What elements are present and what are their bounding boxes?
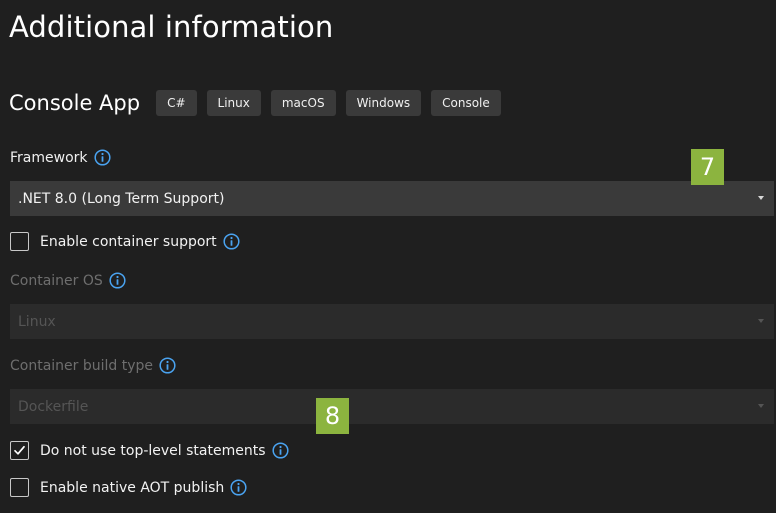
container-support-row: Enable container support xyxy=(10,232,240,251)
step-7-badge: 7 xyxy=(691,149,724,185)
container-support-info-icon[interactable] xyxy=(223,233,240,250)
chevron-down-icon xyxy=(758,404,764,408)
container-os-selected-value: Linux xyxy=(18,313,56,330)
container-build-type-selected-value: Dockerfile xyxy=(18,398,89,415)
native-aot-checkbox[interactable] xyxy=(10,478,29,497)
chevron-down-icon xyxy=(758,319,764,323)
container-build-type-label: Container build type xyxy=(10,357,176,374)
container-build-type-select: Dockerfile xyxy=(10,389,774,424)
tag-macos: macOS xyxy=(270,90,336,116)
native-aot-info-icon[interactable] xyxy=(230,479,247,496)
container-build-type-label-text: Container build type xyxy=(10,357,154,374)
container-os-info-icon[interactable] xyxy=(109,272,126,289)
template-name: Console App xyxy=(9,91,141,115)
top-level-statements-row: Do not use top-level statements xyxy=(10,441,289,460)
step-8-badge: 8 xyxy=(316,398,349,434)
checkmark-icon xyxy=(14,445,25,455)
native-aot-label: Enable native AOT publish xyxy=(40,479,225,496)
container-os-select: Linux xyxy=(10,304,774,339)
framework-select[interactable]: .NET 8.0 (Long Term Support) xyxy=(10,181,774,216)
framework-selected-value: .NET 8.0 (Long Term Support) xyxy=(18,190,225,207)
top-level-statements-label: Do not use top-level statements xyxy=(40,442,266,459)
framework-info-icon[interactable] xyxy=(93,149,111,166)
framework-label-text: Framework xyxy=(10,149,88,166)
tag-linux: Linux xyxy=(206,90,261,116)
native-aot-row: Enable native AOT publish xyxy=(10,478,247,497)
template-header: Console App C# Linux macOS Windows Conso… xyxy=(9,88,511,118)
chevron-down-icon xyxy=(758,196,764,200)
tag-console: Console xyxy=(431,90,501,116)
top-level-statements-info-icon[interactable] xyxy=(271,442,289,459)
framework-label: Framework xyxy=(10,149,111,166)
container-os-label-text: Container OS xyxy=(10,272,103,289)
top-level-statements-checkbox[interactable] xyxy=(10,441,29,460)
container-support-label: Enable container support xyxy=(40,233,217,250)
container-os-label: Container OS xyxy=(10,272,126,289)
container-support-checkbox[interactable] xyxy=(10,232,29,251)
tag-csharp: C# xyxy=(156,90,197,116)
tag-windows: Windows xyxy=(345,90,422,116)
additional-information-dialog: Additional information Console App C# Li… xyxy=(0,0,776,513)
page-title: Additional information xyxy=(9,10,334,44)
container-build-type-info-icon[interactable] xyxy=(159,357,176,374)
